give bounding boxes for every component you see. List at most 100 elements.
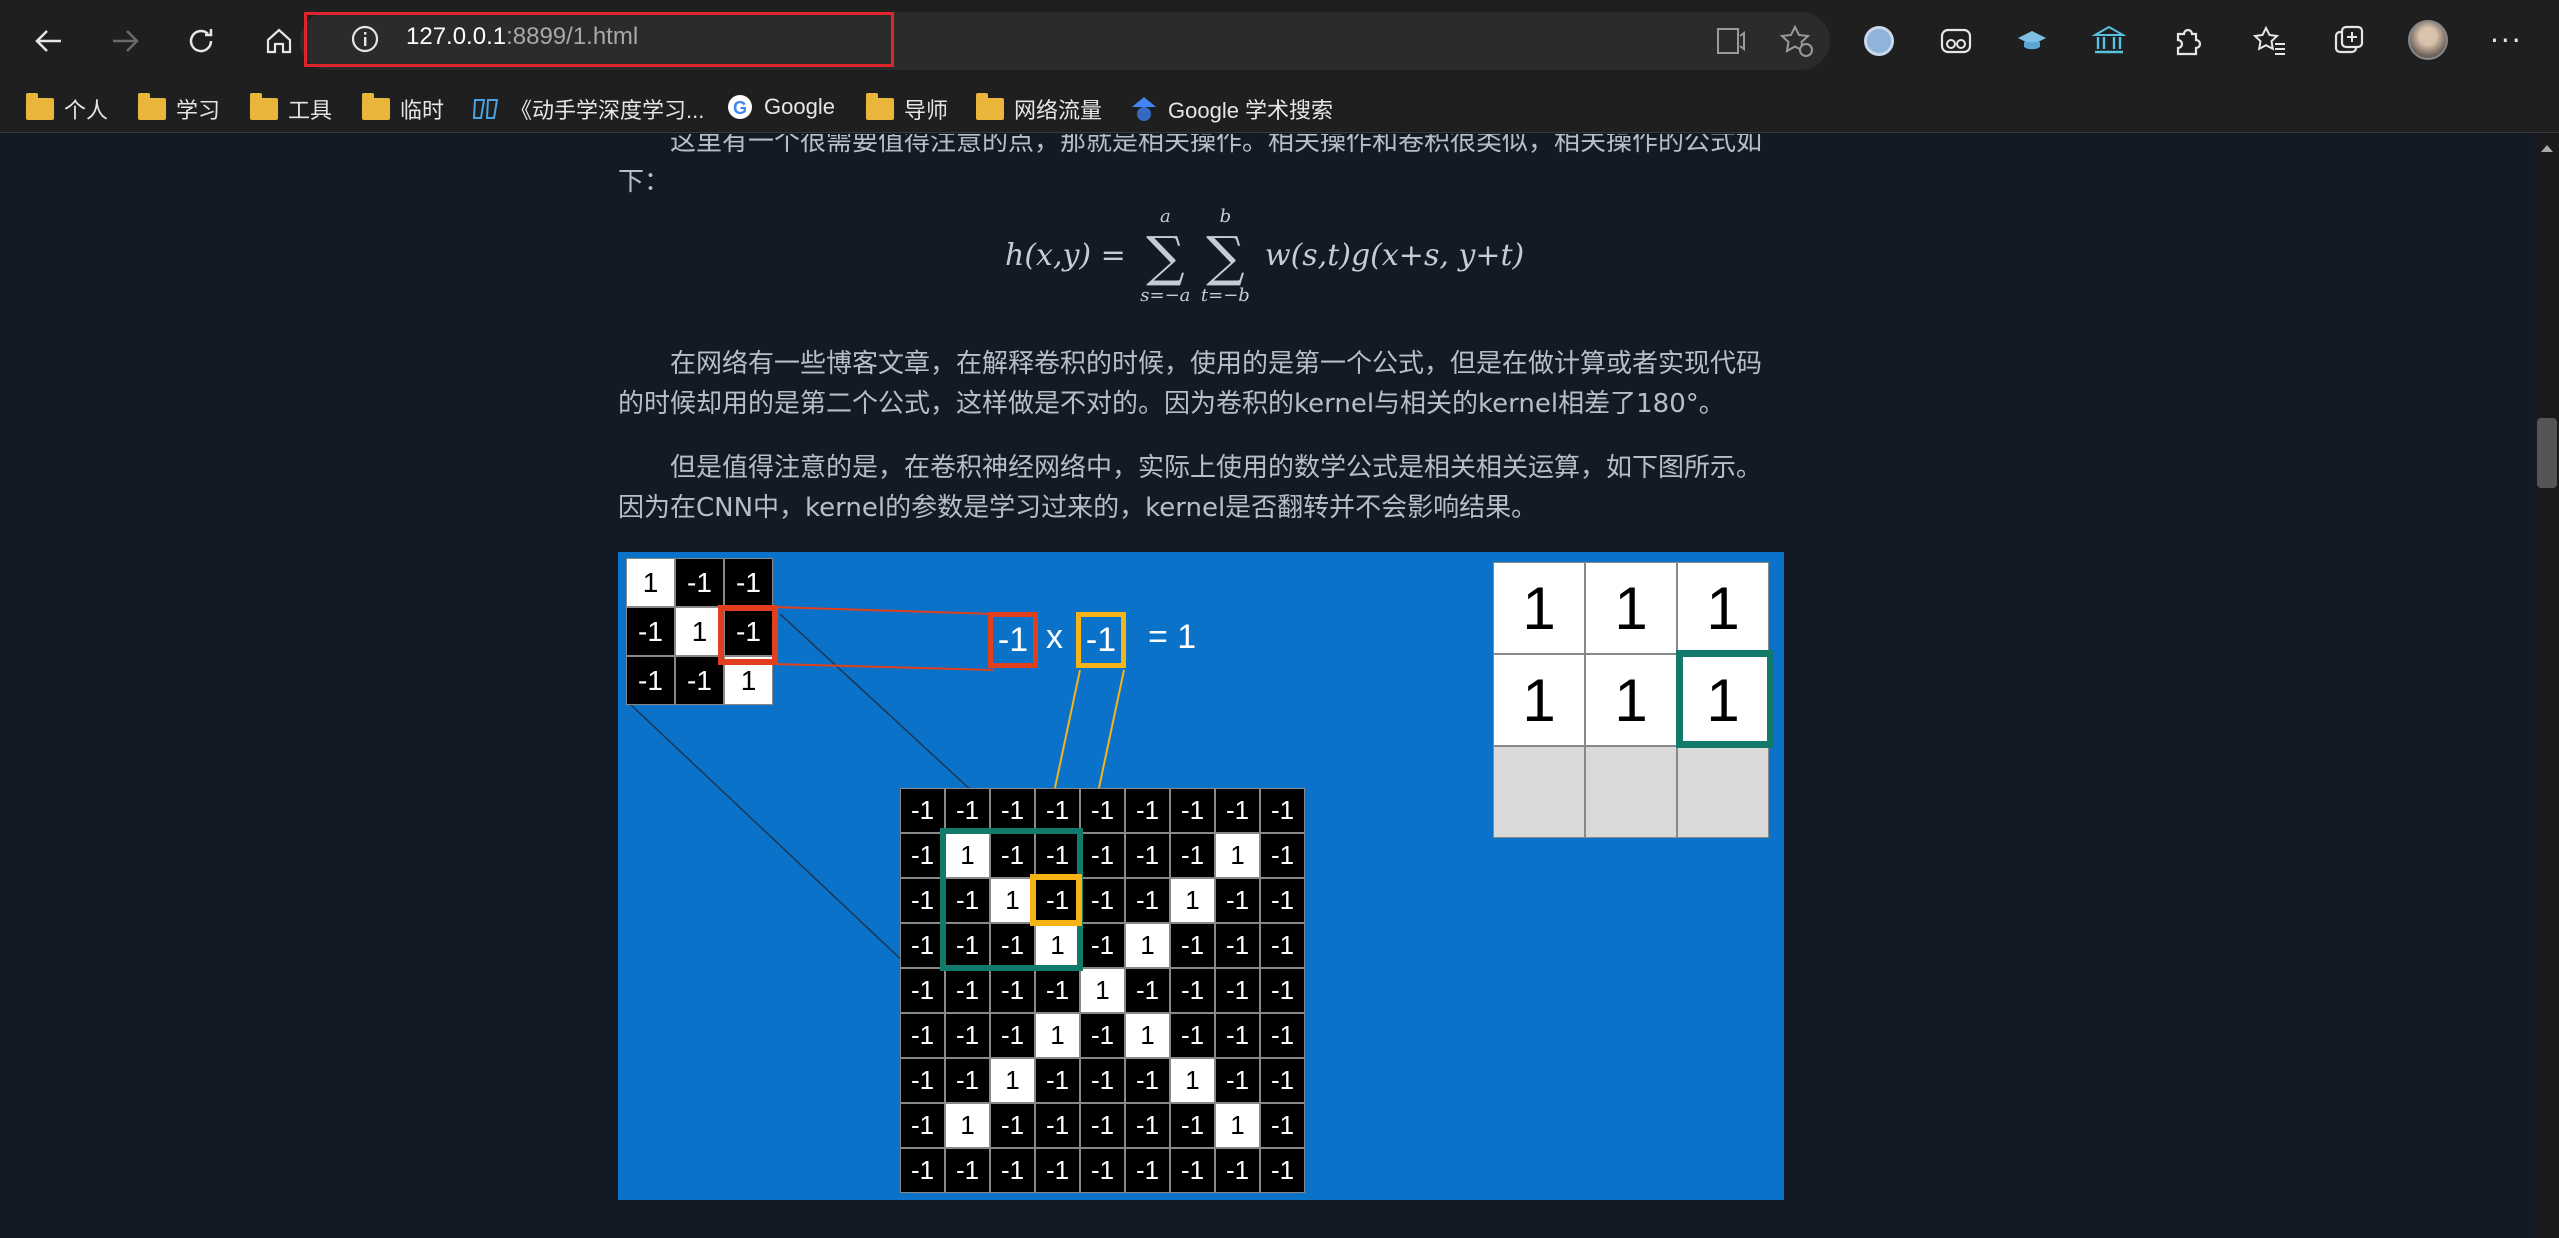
- home-icon[interactable]: [256, 18, 302, 64]
- equation-kernel-value: -1: [988, 612, 1038, 668]
- output-cell: 1: [1677, 562, 1769, 654]
- output-cell: 1: [1585, 562, 1677, 654]
- correlation-figure: 1 -1 -1 -1 1 -1 -1 -1 1 -1 -1 -1 -1 -1 -1 -1 -1 -1 -1 1 -1-…: [618, 552, 1784, 1200]
- folder-icon: [362, 93, 390, 120]
- bookmark-item[interactable]: 个人: [26, 93, 108, 125]
- image-cell: -1: [945, 968, 990, 1013]
- info-icon[interactable]: [350, 24, 380, 58]
- bookmark-item[interactable]: 工具: [250, 93, 332, 125]
- equation-result: = 1: [1148, 618, 1197, 656]
- image-cell: -1: [900, 833, 945, 878]
- folder-icon: [976, 93, 1004, 120]
- image-cell: -1: [1170, 833, 1215, 878]
- equation-image-value: -1: [1076, 612, 1126, 668]
- image-cell: -1: [1170, 968, 1215, 1013]
- profile-avatar[interactable]: [2408, 20, 2448, 60]
- image-cell: -1: [900, 878, 945, 923]
- folder-icon: [138, 93, 166, 120]
- svg-text:G: G: [733, 98, 747, 118]
- output-cell: 1: [1493, 562, 1585, 654]
- image-cell: -1: [1260, 833, 1305, 878]
- refresh-icon[interactable]: [178, 18, 224, 64]
- hat-ext-icon[interactable]: [2016, 28, 2048, 56]
- output-cell: [1585, 746, 1677, 838]
- scrollbar[interactable]: [2535, 134, 2559, 1238]
- bookmark-item[interactable]: G Google: [726, 93, 835, 121]
- output-cell: [1493, 746, 1585, 838]
- image-cell: -1: [1080, 923, 1125, 968]
- image-cell: -1: [945, 923, 990, 968]
- kernel-cell: -1: [626, 607, 675, 656]
- output-cell: 1: [1585, 654, 1677, 746]
- image-cell: 1: [990, 1058, 1035, 1103]
- scrollbar-thumb[interactable]: [2537, 418, 2557, 488]
- bookmark-item[interactable]: 学习: [138, 93, 220, 125]
- image-cell: -1: [900, 1058, 945, 1103]
- image-cell: -1: [1125, 1103, 1170, 1148]
- book-icon: [472, 99, 499, 119]
- image-cell: -1: [1035, 788, 1080, 833]
- extensions-icon[interactable]: [2170, 24, 2204, 62]
- forward-icon[interactable]: [102, 18, 148, 64]
- kernel-cell: 1: [626, 558, 675, 607]
- article-paragraph: 这里有一个很需要值得注意的点，那就是相关操作。相关操作和卷积很类似，相关操作的公…: [618, 134, 1763, 197]
- image-cell: -1: [1170, 1103, 1215, 1148]
- scholar-icon: [1132, 97, 1156, 121]
- image-cell: -1: [1125, 788, 1170, 833]
- image-cell: -1: [1170, 1013, 1215, 1058]
- bookmark-item[interactable]: 导师: [866, 93, 948, 125]
- more-icon[interactable]: ···: [2490, 24, 2523, 57]
- folder-icon: [250, 93, 278, 120]
- bank-ext-icon[interactable]: [2091, 24, 2127, 60]
- image-cell: 1: [945, 1103, 990, 1148]
- image-cell: -1: [1080, 1058, 1125, 1103]
- image-cell: 1: [1035, 923, 1080, 968]
- bookmark-item[interactable]: 临时: [362, 93, 444, 125]
- image-cell: -1: [1260, 923, 1305, 968]
- article-paragraph: 在网络有一些博客文章，在解释卷积的时候，使用的是第一个公式，但是在做计算或者实现…: [618, 349, 1763, 419]
- favorites-icon[interactable]: [2252, 24, 2287, 62]
- image-cell: -1: [900, 1013, 945, 1058]
- bookmark-item[interactable]: 网络流量: [976, 93, 1102, 125]
- circle-ext-icon[interactable]: [1864, 26, 1894, 56]
- image-cell: -1: [1035, 1103, 1080, 1148]
- google-icon: G: [728, 95, 752, 119]
- image-cell: -1: [1125, 833, 1170, 878]
- image-cell: 1: [1215, 1103, 1260, 1148]
- scroll-up-icon[interactable]: [2535, 138, 2559, 158]
- kernel-cell: -1: [675, 558, 724, 607]
- image-cell: -1: [1125, 1148, 1170, 1193]
- image-cell: -1: [1215, 1013, 1260, 1058]
- image-cell: 1: [1170, 878, 1215, 923]
- image-cell: 1: [1080, 968, 1125, 1013]
- image-cell: -1: [1260, 1103, 1305, 1148]
- mask-ext-icon[interactable]: [1940, 26, 1972, 60]
- image-cell: -1: [1035, 833, 1080, 878]
- image-cell: -1: [1080, 788, 1125, 833]
- kernel-cell: -1: [626, 656, 675, 705]
- folder-icon: [866, 93, 894, 120]
- url-text[interactable]: 127.0.0.1:8899/1.html: [406, 23, 638, 51]
- favorite-add-icon[interactable]: [1779, 24, 1814, 62]
- back-icon[interactable]: [26, 18, 72, 64]
- image-cell: -1: [1125, 878, 1170, 923]
- bookmark-item[interactable]: Google 学术搜索: [1130, 93, 1333, 125]
- article-paragraph: 但是值得注意的是，在卷积神经网络中，实际上使用的数学公式是相关相关运算，如下图所…: [618, 453, 1763, 523]
- image-cell: -1: [1080, 1103, 1125, 1148]
- bookmark-item[interactable]: 《动手学深度学习...: [472, 93, 704, 125]
- image-cell: -1: [1080, 878, 1125, 923]
- output-cell: 1: [1677, 654, 1769, 746]
- image-cell: -1: [1080, 833, 1125, 878]
- image-cell: -1: [1035, 1148, 1080, 1193]
- image-cell: -1: [1125, 1058, 1170, 1103]
- bookmarks-bar: 个人 学习 工具 临时 《动手学深度学习... G Google 导师 网络流量…: [0, 81, 2559, 133]
- reader-icon[interactable]: [1716, 26, 1748, 60]
- image-cell: -1: [1215, 1148, 1260, 1193]
- collections-icon[interactable]: [2332, 24, 2366, 62]
- image-cell: -1: [990, 923, 1035, 968]
- image-cell: -1: [945, 788, 990, 833]
- folder-icon: [26, 93, 54, 120]
- image-cell: -1: [1260, 968, 1305, 1013]
- sum-symbol: b ∑ t=−b: [1200, 206, 1250, 306]
- image-cell: 1: [945, 833, 990, 878]
